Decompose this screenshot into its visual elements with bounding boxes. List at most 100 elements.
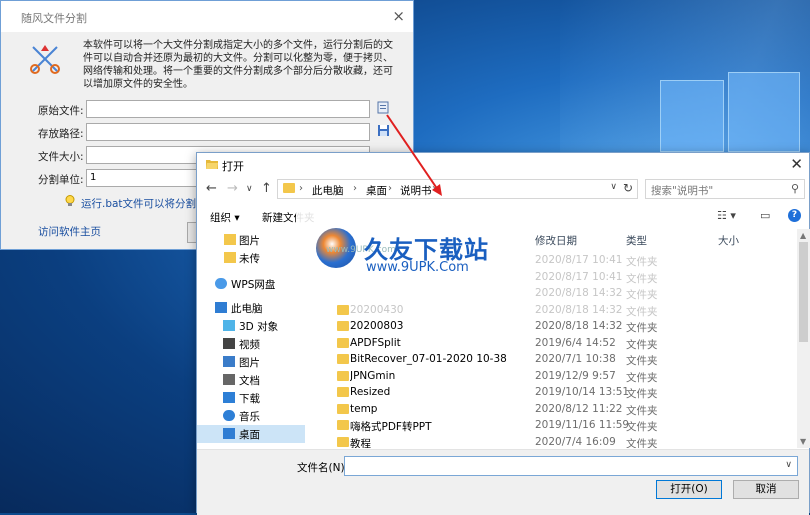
cloud-icon (215, 278, 227, 289)
sidebar-item-documents[interactable]: 文档 (197, 371, 305, 389)
filename-label: 文件名(N): (297, 462, 349, 474)
list-item[interactable]: BitRecover_07-01-2020 10-38 2020/7/1 10:3… (329, 351, 799, 368)
folder-icon (337, 387, 349, 397)
open-button[interactable]: 打开(O) (656, 480, 722, 499)
search-box[interactable]: 搜索"说明书" ⚲ (645, 179, 805, 199)
visit-homepage-link[interactable]: 访问软件主页 (38, 224, 101, 239)
folder-icon (283, 183, 295, 193)
sidebar-item-videos[interactable]: 视频 (197, 335, 305, 353)
forward-arrow-icon[interactable]: → (227, 181, 238, 196)
list-item[interactable]: APDFSplit 2019/6/4 14:52 文件夹 (329, 335, 799, 352)
column-header-date[interactable]: 修改日期 (535, 233, 577, 248)
list-item[interactable]: 教程 2020/7/4 16:09 文件夹 (329, 434, 799, 449)
list-item[interactable]: 20200803 2020/8/18 14:32 文件夹 (329, 318, 799, 335)
breadcrumb-manual[interactable]: 说明书 (400, 183, 432, 198)
column-header-size[interactable]: 大小 (718, 233, 739, 248)
source-file-input[interactable] (86, 100, 370, 118)
sidebar-item-label: 音乐 (239, 411, 260, 423)
source-file-label: 原始文件: (38, 105, 84, 117)
filename-dropdown-icon[interactable]: ∨ (785, 460, 792, 470)
back-arrow-icon[interactable]: ← (206, 181, 217, 196)
breadcrumb-desktop[interactable]: 桌面 (366, 183, 387, 198)
file-date: 2019/12/9 9:57 (535, 369, 616, 382)
dialog-footer: 文件名(N): ∨ 打开(O) 取消 (197, 449, 809, 515)
file-date: 2020/8/18 14:32 (535, 303, 623, 316)
list-item[interactable]: 嗨格式PDF转PPT 2019/11/16 11:59 文件夹 (329, 417, 799, 434)
column-header-type[interactable]: 类型 (626, 233, 647, 248)
preview-pane-icon[interactable]: ▭ (760, 209, 770, 222)
sidebar-item-desktop[interactable]: 桌面 (197, 425, 305, 443)
save-disk-icon[interactable] (377, 124, 390, 137)
lightbulb-icon (65, 195, 75, 206)
list-item[interactable]: Resized 2019/10/14 13:51 文件夹 (329, 384, 799, 401)
sidebar-item-untransferred[interactable]: 未传 (197, 249, 305, 267)
sidebar-item-3d-objects[interactable]: 3D 对象 (197, 317, 305, 335)
sidebar-item-music[interactable]: 音乐 (197, 407, 305, 425)
file-date: 2020/7/4 16:09 (535, 435, 616, 448)
browse-file-icon[interactable] (377, 101, 390, 114)
file-type: 文件夹 (626, 272, 658, 285)
folder-icon (337, 304, 349, 315)
watermark-url: www.9UPK.Com (366, 260, 469, 275)
search-input[interactable]: 搜索"说明书" (651, 183, 713, 198)
close-icon[interactable]: ✕ (790, 155, 803, 173)
sidebar-item-downloads[interactable]: 下载 (197, 389, 305, 407)
recent-dropdown-icon[interactable]: ∨ (246, 184, 253, 194)
file-list-scrollbar[interactable]: ▲ ▼ (797, 229, 810, 448)
help-icon[interactable]: ? (788, 209, 801, 222)
breadcrumb-this-pc[interactable]: 此电脑 (312, 183, 344, 198)
up-arrow-icon[interactable]: ↑ (261, 181, 272, 196)
list-item[interactable]: temp 2020/8/12 11:22 文件夹 (329, 401, 799, 418)
list-item[interactable]: JPNGmin 2019/12/9 9:57 文件夹 (329, 368, 799, 385)
file-date: 2019/10/14 13:51 (535, 386, 630, 398)
file-type: 文件夹 (626, 256, 658, 268)
file-type: 文件夹 (626, 388, 658, 400)
breadcrumb-separator: › (353, 183, 357, 194)
list-item[interactable]: 20200430 2020/8/18 14:32 文件夹 (329, 302, 799, 319)
dialog-title: 打开 (222, 160, 244, 173)
address-dropdown-icon[interactable]: ∨ (610, 182, 617, 192)
scroll-down-icon[interactable]: ▼ (800, 437, 806, 446)
save-path-input[interactable] (86, 123, 370, 141)
folder-icon (337, 436, 349, 447)
picture-icon (223, 356, 235, 367)
file-type: 文件夹 (626, 437, 658, 449)
list-item[interactable]: 2020/8/18 14:32 文件夹 (329, 285, 799, 302)
search-icon[interactable]: ⚲ (791, 182, 799, 195)
file-date: 2020/8/18 14:32 (535, 320, 623, 332)
filename-input[interactable]: ∨ (344, 456, 798, 476)
file-name: 20200803 (350, 320, 404, 332)
sidebar-item-this-pc[interactable]: 此电脑 (197, 299, 305, 317)
file-size-label: 文件大小: (38, 151, 84, 163)
splitter-titlebar: 随风文件分割 × (1, 1, 413, 32)
split-unit-input[interactable]: 1 (86, 169, 206, 187)
breadcrumb-separator: › (388, 183, 392, 194)
sidebar-item-label: 文档 (239, 375, 260, 387)
sidebar-item-label: WPS网盘 (231, 279, 276, 291)
refresh-icon[interactable]: ↻ (623, 181, 633, 195)
address-bar[interactable]: › 此电脑 › 桌面 › 说明书 › ∨ ↻ (277, 179, 638, 199)
sidebar-item-label: 下载 (239, 393, 260, 405)
folder-icon (337, 370, 349, 381)
split-unit-label: 分割单位: (38, 174, 84, 186)
scrollbar-thumb[interactable] (799, 242, 808, 342)
close-icon[interactable]: × (392, 7, 405, 25)
folder-icon (224, 252, 236, 263)
cancel-button[interactable]: 取消 (733, 480, 799, 499)
sidebar-item-label: 桌面 (239, 429, 260, 441)
navigation-pane: 图片 未传 WPS网盘 此电脑 3D 对象 视频 图片 文档 下载 音乐 桌面 (197, 229, 305, 448)
folder-icon (337, 420, 349, 430)
sidebar-item-wps-cloud[interactable]: WPS网盘 (197, 275, 305, 293)
folder-icon (224, 234, 236, 245)
organize-menu[interactable]: 组织 ▾ (210, 210, 240, 225)
sidebar-item-label: 视频 (239, 339, 260, 351)
file-type: 文件夹 (626, 355, 658, 367)
sidebar-item-pictures-folder[interactable]: 图片 (197, 231, 305, 249)
file-type: 文件夹 (626, 305, 658, 318)
folder-icon (337, 354, 349, 364)
view-options-icon[interactable]: ☷ ▾ (717, 209, 736, 222)
scroll-up-icon[interactable]: ▲ (800, 231, 806, 240)
breadcrumb-separator: › (432, 183, 436, 194)
open-file-dialog: 打开 ✕ ← → ∨ ↑ › 此电脑 › 桌面 › 说明书 › ∨ ↻ 搜索"说… (196, 152, 810, 515)
sidebar-item-pictures[interactable]: 图片 (197, 353, 305, 371)
